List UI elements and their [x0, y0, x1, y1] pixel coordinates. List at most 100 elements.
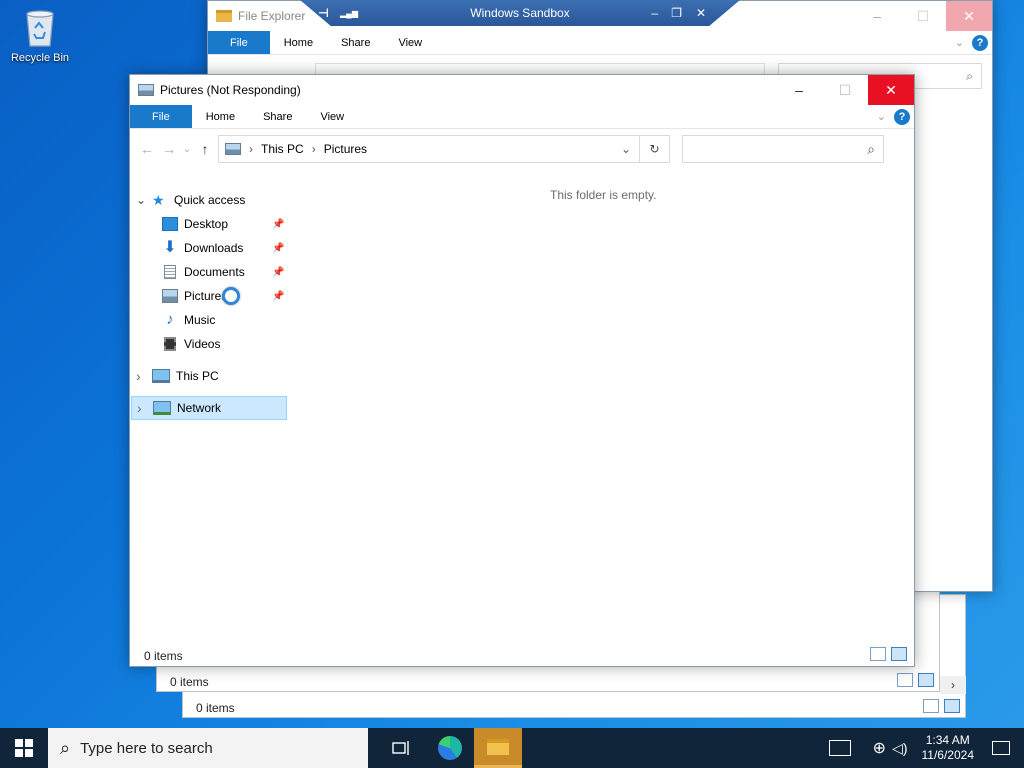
- tab-view[interactable]: View: [306, 105, 358, 128]
- forward-arrow-icon[interactable]: →: [158, 141, 180, 157]
- music-note-icon: ♪: [166, 311, 174, 328]
- tab-home[interactable]: Home: [270, 31, 327, 54]
- tab-share[interactable]: Share: [327, 31, 384, 54]
- nav-item-downloads[interactable]: ⬇ Downloads 📌: [162, 237, 284, 259]
- maximize-button[interactable]: ☐: [900, 1, 946, 31]
- tab-share[interactable]: Share: [249, 105, 306, 128]
- sandbox-restore-button[interactable]: ❐: [671, 6, 682, 20]
- navigation-pane: ⌄ ★ Quick access Desktop 📌 ⬇ Downloads 📌…: [130, 187, 290, 427]
- breadcrumb-separator[interactable]: ›: [312, 142, 316, 156]
- this-pc-node[interactable]: › This PC: [136, 365, 219, 387]
- maximize-button[interactable]: ☐: [822, 75, 868, 105]
- document-icon: [164, 265, 176, 279]
- breadcrumb-pictures[interactable]: Pictures: [324, 142, 367, 156]
- network-globe-icon[interactable]: ⊕: [873, 738, 886, 758]
- large-icons-view-icon[interactable]: [918, 673, 934, 687]
- ribbon-expand-icon[interactable]: ⌄: [877, 110, 886, 123]
- pin-icon[interactable]: 📌: [272, 291, 284, 302]
- help-icon[interactable]: ?: [894, 108, 910, 125]
- pin-icon[interactable]: 📌: [272, 219, 284, 230]
- search-box[interactable]: ⌕: [682, 135, 884, 163]
- quick-access-node[interactable]: ⌄ ★ Quick access: [136, 189, 245, 211]
- system-tray: ⊕ ◁) 1:34 AM 11/6/2024: [828, 728, 1024, 768]
- sandbox-minimize-button[interactable]: –: [651, 6, 658, 20]
- minimize-button[interactable]: –: [854, 1, 900, 31]
- recent-locations-icon[interactable]: ⌄: [180, 144, 194, 155]
- ribbon-tabs: File Home Share View ⌄ ?: [130, 105, 914, 129]
- back-ribbon: File Home Share View ⌄ ?: [208, 31, 992, 55]
- sandbox-title: Windows Sandbox: [470, 6, 570, 20]
- nav-item-label: Documents: [184, 265, 245, 279]
- details-view-icon[interactable]: [870, 647, 886, 661]
- busy-cursor-icon: [222, 287, 240, 305]
- network-node[interactable]: › Network: [131, 396, 287, 420]
- notifications-icon[interactable]: [992, 741, 1010, 755]
- tab-view[interactable]: View: [384, 31, 436, 54]
- titlebar[interactable]: Pictures (Not Responding) – ☐ ✕: [130, 75, 914, 105]
- sandbox-close-button[interactable]: ✕: [696, 6, 706, 20]
- nav-item-documents[interactable]: Documents 📌: [162, 261, 284, 283]
- tab-file[interactable]: File: [208, 31, 270, 54]
- network-label: Network: [177, 401, 222, 415]
- download-arrow-icon: ⬇: [163, 239, 177, 256]
- close-button[interactable]: ✕: [868, 75, 914, 105]
- large-icons-view-icon[interactable]: [944, 699, 960, 713]
- windows-sandbox-bar[interactable]: ⊣ ▂▄▆ Windows Sandbox – ❐ ✕: [300, 0, 740, 26]
- file-explorer-taskbar-button[interactable]: [474, 728, 522, 768]
- nav-item-music[interactable]: ♪ Music: [162, 309, 215, 331]
- details-view-icon[interactable]: [923, 699, 939, 713]
- nav-item-pictures[interactable]: Pictures 📌: [162, 285, 284, 307]
- nav-item-label: Videos: [184, 337, 221, 351]
- nav-item-label: Downloads: [184, 241, 244, 255]
- horizontal-scrollbar[interactable]: ›: [940, 676, 966, 694]
- desktop-icon: [162, 217, 178, 231]
- taskbar-search-box[interactable]: ⌕ Type here to search: [48, 728, 368, 768]
- clock[interactable]: 1:34 AM 11/6/2024: [914, 733, 983, 763]
- breadcrumb-this-pc[interactable]: This PC: [261, 142, 304, 156]
- recycle-bin-desktop-icon[interactable]: Recycle Bin: [4, 6, 76, 64]
- window-title: Pictures (Not Responding): [160, 83, 301, 97]
- volume-icon[interactable]: ◁): [892, 740, 907, 757]
- help-icon[interactable]: ?: [972, 34, 988, 51]
- tab-home[interactable]: Home: [192, 105, 249, 128]
- tab-file[interactable]: File: [130, 105, 192, 128]
- signal-icon: ▂▄▆: [340, 8, 358, 18]
- back-arrow-icon[interactable]: ←: [136, 141, 158, 157]
- expand-chevron-icon[interactable]: ›: [136, 368, 152, 384]
- pictures-folder-icon: [138, 84, 154, 96]
- folder-icon: [487, 738, 509, 755]
- search-icon: ⌕: [867, 140, 875, 157]
- film-strip-icon: [164, 337, 176, 351]
- address-dropdown-icon[interactable]: ⌄: [621, 142, 639, 156]
- breadcrumb-separator[interactable]: ›: [249, 142, 253, 156]
- task-view-button[interactable]: [378, 728, 426, 768]
- details-view-icon[interactable]: [897, 673, 913, 687]
- pictures-explorer-window[interactable]: Pictures (Not Responding) – ☐ ✕ File Hom…: [129, 74, 915, 667]
- close-button[interactable]: ✕: [946, 1, 992, 31]
- recycle-bin-label: Recycle Bin: [10, 52, 70, 64]
- clock-time: 1:34 AM: [925, 733, 970, 747]
- start-button[interactable]: [0, 728, 48, 768]
- refresh-icon: ↻: [649, 142, 660, 156]
- up-arrow-icon[interactable]: ↑: [194, 141, 216, 157]
- nav-item-videos[interactable]: Videos: [162, 333, 220, 355]
- ribbon-expand-icon[interactable]: ⌄: [955, 36, 964, 49]
- status-item-count: 0 items: [196, 701, 235, 715]
- quick-access-label: Quick access: [174, 193, 246, 207]
- expand-chevron-icon[interactable]: ›: [137, 400, 153, 416]
- windows-logo-icon: [15, 739, 33, 757]
- nav-item-label: Desktop: [184, 217, 229, 231]
- pin-icon[interactable]: 📌: [272, 267, 284, 278]
- collapse-chevron-icon[interactable]: ⌄: [136, 193, 152, 207]
- minimize-button[interactable]: –: [776, 75, 822, 105]
- large-icons-view-icon[interactable]: [891, 647, 907, 661]
- edge-browser-button[interactable]: [426, 728, 474, 768]
- nav-item-desktop[interactable]: Desktop 📌: [162, 213, 284, 235]
- address-bar[interactable]: › This PC › Pictures ⌄: [218, 135, 640, 163]
- refresh-button[interactable]: ↻: [640, 135, 670, 163]
- task-view-icon: [392, 741, 409, 755]
- pin-icon[interactable]: 📌: [272, 243, 284, 254]
- edge-icon: [438, 736, 462, 760]
- clock-date: 11/6/2024: [921, 748, 975, 762]
- news-widget-icon[interactable]: [828, 740, 851, 756]
